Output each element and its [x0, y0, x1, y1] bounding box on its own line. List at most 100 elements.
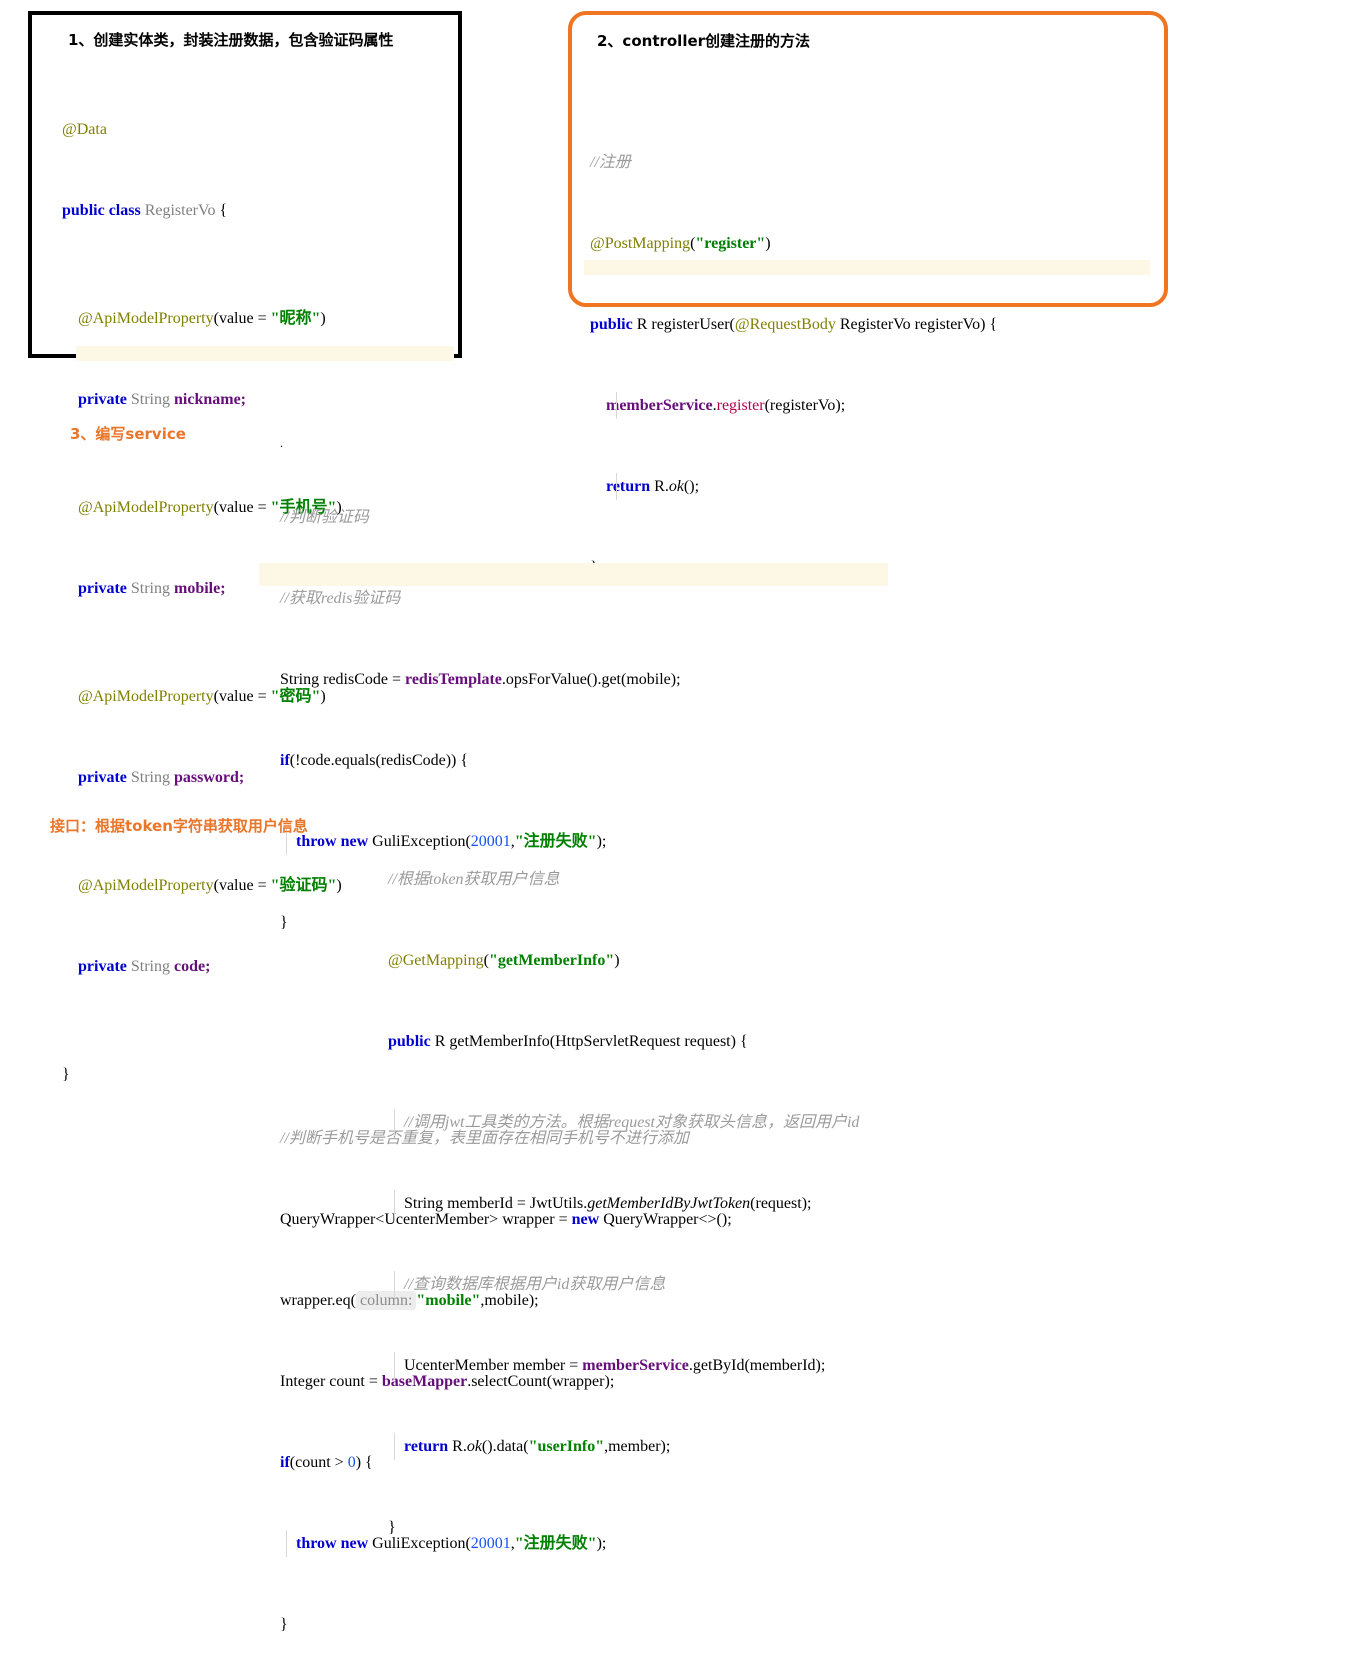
string-literal-getmemberinfo: "getMemberInfo": [488, 952, 615, 969]
number-zero: 0: [347, 1454, 356, 1471]
closing-brace: }: [388, 1519, 396, 1536]
closing-brace: }: [280, 914, 288, 931]
section-token-heading: 接口：根据token字符串获取用户信息: [50, 817, 308, 835]
code-line: //判断验证码: [280, 504, 732, 531]
var-rediscode: String redisCode =: [280, 671, 406, 688]
code-line: .: [280, 436, 732, 450]
kw-if: if: [280, 752, 290, 769]
entity-class-panel: 1、创建实体类，封装注册数据，包含验证码属性 @Data public clas…: [28, 11, 462, 1083]
kw-private: private: [62, 958, 127, 975]
closing-brace: }: [280, 1616, 288, 1633]
call-opsforvalue: .opsForValue().get(mobile);: [501, 671, 681, 688]
brace: {: [215, 202, 228, 219]
type-string: String: [126, 580, 174, 597]
kw-throw-new: throw new: [280, 1535, 369, 1552]
kw-return: return: [388, 1438, 449, 1455]
section-service-heading: 3、编写service: [70, 425, 186, 443]
code-line: @ApiModelProperty(value = "昵称"): [62, 305, 342, 332]
type-string: String: [126, 958, 174, 975]
code-line: @Data: [62, 116, 342, 143]
if-count: (count: [289, 1454, 335, 1471]
annotation-arg: (value =: [213, 877, 271, 894]
annotation-apimodelproperty: @ApiModelProperty: [62, 877, 214, 894]
var-memberid: String memberId = JwtUtils.: [388, 1195, 588, 1212]
annotation-arg: (value =: [213, 499, 271, 516]
string-literal-register: "register": [695, 235, 766, 252]
box2-title: 2、controller创建注册的方法: [597, 32, 811, 50]
comment-jwt-util: //调用jwt工具类的方法。根据request对象获取头信息，返回用户id: [388, 1114, 860, 1131]
annotation-arg: (value =: [213, 688, 271, 705]
field-memberservice: memberService: [582, 1357, 689, 1374]
method-getmemberidbyjwttoken: getMemberIdByJwtToken: [587, 1195, 751, 1212]
kw-private: private: [62, 580, 127, 597]
brace: ) {: [355, 1454, 373, 1471]
kw-if: if: [280, 1454, 290, 1471]
annotation-apimodelproperty: @ApiModelProperty: [62, 688, 214, 705]
field-code: code: [174, 958, 206, 975]
box1-title: 1、创建实体类，封装注册数据，包含验证码属性: [68, 31, 394, 49]
token-interface-code: //根据token获取用户信息 @GetMapping("getMemberIn…: [388, 812, 859, 1568]
string-literal-userinfo: "userInfo": [528, 1438, 605, 1455]
code-line: //注册: [590, 149, 997, 176]
r-object: R.: [448, 1438, 467, 1455]
string-literal: "昵称": [270, 310, 321, 327]
code-line: //查询数据库根据用户id获取用户信息: [388, 1271, 859, 1298]
annotation-data: @Data: [62, 121, 107, 138]
code-line: public R getMemberInfo(HttpServletReques…: [388, 1028, 859, 1055]
method-signature: R getMemberInfo(HttpServletRequest reque…: [430, 1033, 748, 1050]
code-line: if(!code.equals(redisCode)) {: [280, 747, 732, 774]
method-params: RegisterVo registerVo) {: [835, 316, 998, 333]
code-line: UcenterMember member = memberService.get…: [388, 1352, 859, 1379]
code-line: //调用jwt工具类的方法。根据request对象获取头信息，返回用户id: [388, 1109, 859, 1136]
code-line: String redisCode = redisTemplate.opsForV…: [280, 666, 732, 693]
var-count: Integer count =: [280, 1373, 382, 1390]
data-args: ,member);: [604, 1438, 671, 1455]
field-password: password: [174, 769, 239, 786]
annotation-requestbody: @RequestBody: [734, 316, 836, 333]
call-data: ().data(: [481, 1438, 529, 1455]
closing-brace: }: [62, 1066, 70, 1083]
annotation-apimodelproperty: @ApiModelProperty: [62, 499, 214, 516]
semicolon: ;: [238, 769, 245, 786]
method-ok: ok: [466, 1438, 482, 1455]
field-nickname: nickname: [174, 391, 241, 408]
code-line: public class RegisterVo {: [62, 197, 342, 224]
stray-dot: .: [280, 436, 283, 450]
code-line: }: [280, 1611, 732, 1638]
controller-method-panel: 2、controller创建注册的方法 //注册 @PostMapping("r…: [568, 11, 1168, 576]
kw-private: private: [62, 769, 127, 786]
field-redistemplate: redisTemplate: [405, 671, 502, 688]
method-args: (registerVo);: [764, 397, 846, 414]
comment-query-db: //查询数据库根据用户id获取用户信息: [388, 1276, 666, 1293]
paren: ): [320, 310, 326, 327]
code-line: @PostMapping("register"): [590, 230, 997, 257]
var-member: UcenterMember member =: [388, 1357, 583, 1374]
comment-get-userinfo-by-token: //根据token获取用户信息: [388, 871, 560, 888]
method-signature: R registerUser(: [632, 316, 735, 333]
comment-check-code: //判断验证码: [280, 509, 369, 526]
code-line: //获取redis验证码: [280, 585, 732, 612]
code-line: //根据token获取用户信息: [388, 866, 859, 893]
kw-private: private: [62, 391, 127, 408]
semicolon: ;: [220, 580, 226, 597]
field-mobile: mobile: [174, 580, 221, 597]
annotation-apimodelproperty: @ApiModelProperty: [62, 310, 214, 327]
code-line: }: [388, 1514, 859, 1541]
operator-gt: >: [334, 1454, 348, 1471]
semicolon: ;: [205, 958, 211, 975]
annotation-arg: (value =: [213, 310, 271, 327]
comment-register: //注册: [590, 154, 631, 171]
paren: ): [765, 235, 771, 252]
kw-public-class: public class: [62, 202, 141, 219]
type-string: String: [126, 769, 174, 786]
if-condition: (!code.equals(redisCode)) {: [289, 752, 469, 769]
call-getbyid: .getById(memberId);: [688, 1357, 826, 1374]
code-line: public R registerUser(@RequestBody Regis…: [590, 311, 997, 338]
type-string: String: [126, 391, 174, 408]
annotation-getmapping: @GetMapping: [388, 952, 484, 969]
kw-public: public: [590, 316, 633, 333]
wrapper-eq-call: wrapper.eq(: [280, 1292, 356, 1309]
call-args: (request);: [750, 1195, 812, 1212]
code-line: String memberId = JwtUtils.getMemberIdBy…: [388, 1190, 859, 1217]
paren: ): [614, 952, 620, 969]
